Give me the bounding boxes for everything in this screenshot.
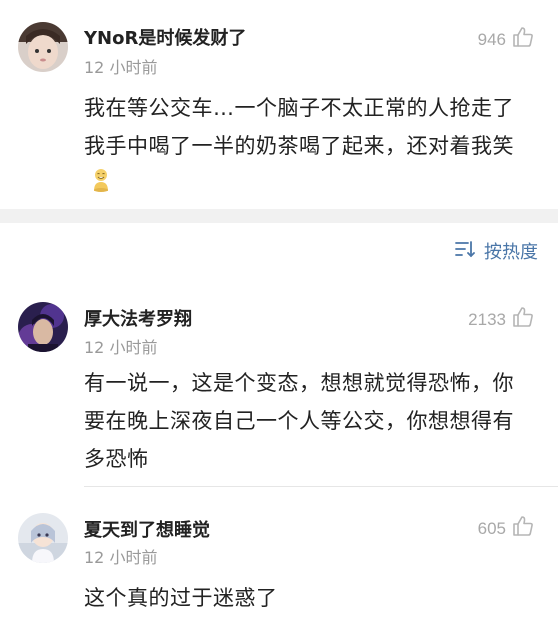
avatar[interactable] [18, 513, 68, 563]
comment-feed: YNoR是时候发财了 12 小时前 946 我在等公交车…一个脑子不太正常的人抢… [0, 0, 558, 622]
username[interactable]: YNoR是时候发财了 [84, 24, 246, 50]
username[interactable]: 厚大法考罗翔 [84, 305, 192, 331]
like-count: 2133 [468, 309, 506, 329]
username[interactable]: 夏天到了想睡觉 [84, 516, 210, 542]
like-button[interactable]: 605 [478, 515, 534, 542]
like-count: 946 [477, 29, 506, 49]
comment-item: YNoR是时候发财了 12 小时前 946 我在等公交车…一个脑子不太正常的人抢… [0, 0, 558, 209]
comment-item: 夏天到了想睡觉 12 小时前 605 这个真的过于迷惑了 [0, 487, 558, 622]
like-count: 605 [477, 518, 506, 538]
like-button[interactable]: 946 [478, 26, 534, 53]
sort-label: 按热度 [484, 242, 538, 263]
comment-item: 厚大法考罗翔 12 小时前 2133 有一说一，这是个变态，想想就觉得恐怖，你要… [0, 286, 558, 486]
comment-text: 有一说一，这是个变态，想想就觉得恐怖，你要在晚上深夜自己一个人等公交，你想想得有… [84, 371, 514, 471]
avatar[interactable] [18, 22, 68, 72]
avatar[interactable] [18, 302, 68, 352]
like-button[interactable]: 2133 [468, 306, 534, 333]
comment-text-content: 我在等公交车…一个脑子不太正常的人抢走了我手中喝了一半的奶茶喝了起来，还对着我笑 [84, 96, 514, 158]
thumbs-up-icon [512, 26, 534, 53]
comment-text: 我在等公交车…一个脑子不太正常的人抢走了我手中喝了一半的奶茶喝了起来，还对着我笑 [84, 89, 534, 204]
laughing-figure-icon [90, 166, 112, 204]
comment-text: 这个真的过于迷惑了 [84, 586, 278, 610]
thumbs-up-icon [512, 515, 534, 542]
sort-toggle[interactable]: 按热度 [454, 238, 538, 264]
thumbs-up-icon [512, 306, 534, 333]
timestamp: 12 小时前 [84, 58, 158, 77]
timestamp: 12 小时前 [84, 548, 158, 567]
timestamp: 12 小时前 [84, 338, 158, 357]
sort-icon [454, 239, 476, 264]
section-divider [0, 209, 558, 223]
